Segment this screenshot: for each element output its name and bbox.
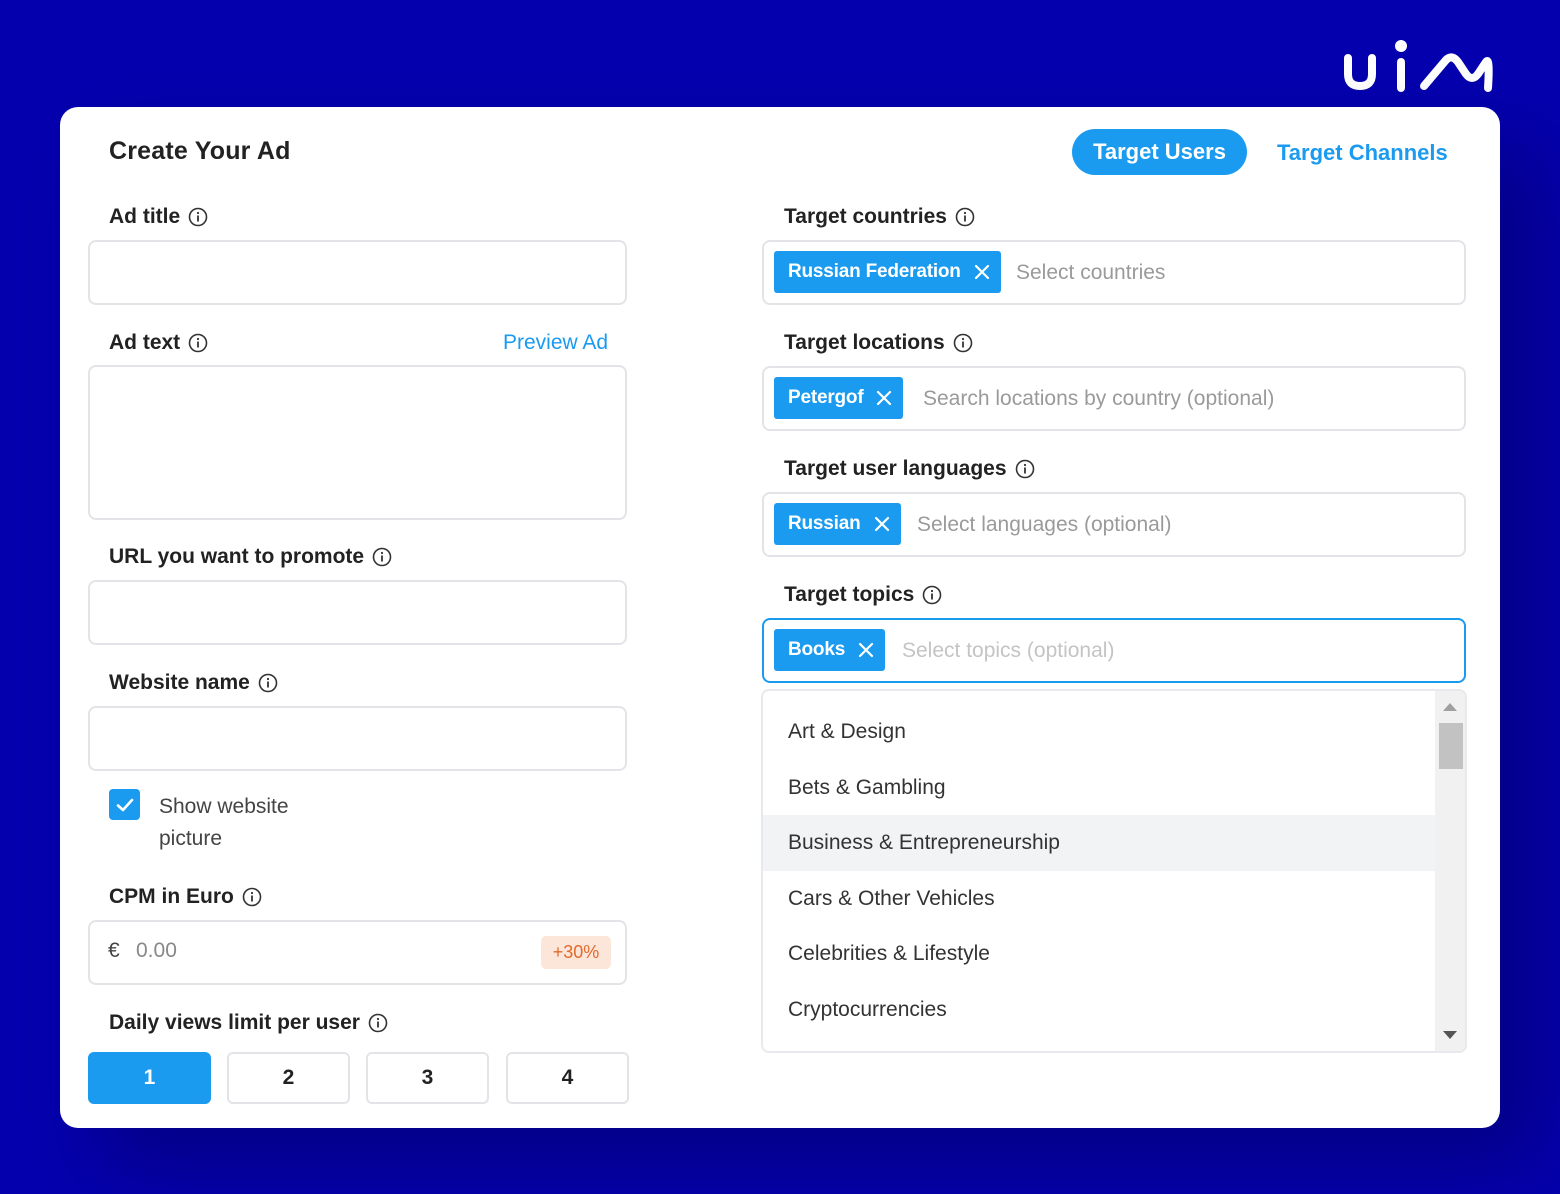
daily-views-label-text: Daily views limit per user [109,1011,360,1034]
daily-views-label: Daily views limit per user [109,1011,388,1035]
target-locations-label-text: Target locations [784,331,945,354]
info-icon[interactable] [368,1013,388,1033]
scroll-down-arrow-icon[interactable] [1443,1031,1457,1039]
daily-views-option-3[interactable]: 3 [366,1052,489,1104]
info-icon[interactable] [955,207,975,227]
cpm-label-text: CPM in Euro [109,885,234,908]
info-icon[interactable] [1015,459,1035,479]
close-icon[interactable] [973,263,991,281]
cpm-markup-badge: +30% [541,936,611,969]
scroll-thumb[interactable] [1439,723,1463,769]
euro-prefix: € [108,939,120,962]
ad-text-label: Ad text [109,331,208,355]
ad-title-input[interactable] [88,240,627,305]
close-icon[interactable] [857,641,875,659]
target-languages-label: Target user languages [784,457,1035,481]
location-tag-label: Petergof [788,387,864,408]
topics-placeholder[interactable]: Select topics (optional) [902,639,1114,663]
info-icon[interactable] [953,333,973,353]
dropdown-option-celebrities[interactable]: Celebrities & Lifestyle [763,926,1435,982]
website-name-label: Website name [109,671,278,695]
target-languages-label-text: Target user languages [784,457,1007,480]
target-locations-label: Target locations [784,331,973,355]
ad-title-label-text: Ad title [109,205,181,228]
create-ad-card: Create Your Ad Target Users Target Chann… [60,107,1500,1128]
close-icon[interactable] [873,515,891,533]
country-tag-label: Russian Federation [788,261,961,282]
target-countries-label-text: Target countries [784,205,947,228]
info-icon[interactable] [922,585,942,605]
location-tag[interactable]: Petergof [774,377,904,419]
url-input[interactable] [88,580,627,645]
tab-target-users[interactable]: Target Users [1072,129,1247,175]
scroll-up-arrow-icon[interactable] [1443,703,1457,711]
dropdown-option-business[interactable]: Business & Entrepreneurship [763,815,1435,871]
daily-views-option-2[interactable]: 2 [227,1052,350,1104]
countries-placeholder: Select countries [1016,261,1166,284]
language-tag[interactable]: Russian [774,503,901,545]
ad-text-label-text: Ad text [109,331,181,354]
info-icon[interactable] [242,887,262,907]
url-label-text: URL you want to promote [109,545,365,568]
info-icon[interactable] [188,333,208,353]
ad-text-textarea[interactable] [88,365,627,520]
website-name-input[interactable] [88,706,627,771]
locations-placeholder: Search locations by country (optional) [923,387,1275,410]
target-countries-label: Target countries [784,205,975,229]
dropdown-option-bets-gambling[interactable]: Bets & Gambling [763,760,1435,816]
language-tag-label: Russian [788,513,861,534]
dropdown-option-crypto[interactable]: Cryptocurrencies [763,982,1435,1038]
dropdown-scrollbar[interactable] [1435,691,1465,1051]
cpm-label: CPM in Euro [109,885,262,909]
tab-target-channels[interactable]: Target Channels [1277,140,1448,166]
info-icon[interactable] [258,673,278,693]
checkmark-icon [116,798,133,811]
show-picture-checkbox[interactable] [109,789,140,820]
info-icon[interactable] [188,207,208,227]
target-topics-label-text: Target topics [784,583,915,606]
country-tag[interactable]: Russian Federation [774,251,1001,293]
topic-tag[interactable]: Books [774,629,886,671]
close-icon[interactable] [875,389,893,407]
dropdown-option-art-design[interactable]: Art & Design [763,704,1435,760]
show-picture-label[interactable]: Show website picture [159,791,339,855]
topic-tag-label: Books [788,639,846,660]
cpm-placeholder: 0.00 [136,939,177,962]
page-title: Create Your Ad [109,137,291,165]
dropdown-option-cars[interactable]: Cars & Other Vehicles [763,871,1435,927]
topics-dropdown: Art & Design Bets & Gambling Business & … [761,689,1467,1053]
url-label: URL you want to promote [109,545,392,569]
preview-ad-link[interactable]: Preview Ad [503,331,608,355]
ad-title-label: Ad title [109,205,208,229]
info-icon[interactable] [372,547,392,567]
daily-views-option-1[interactable]: 1 [88,1052,211,1104]
website-name-label-text: Website name [109,671,250,694]
brand-logo-icon [1344,40,1493,92]
languages-placeholder: Select languages (optional) [917,513,1172,536]
target-topics-label: Target topics [784,583,942,607]
daily-views-option-4[interactable]: 4 [506,1052,629,1104]
